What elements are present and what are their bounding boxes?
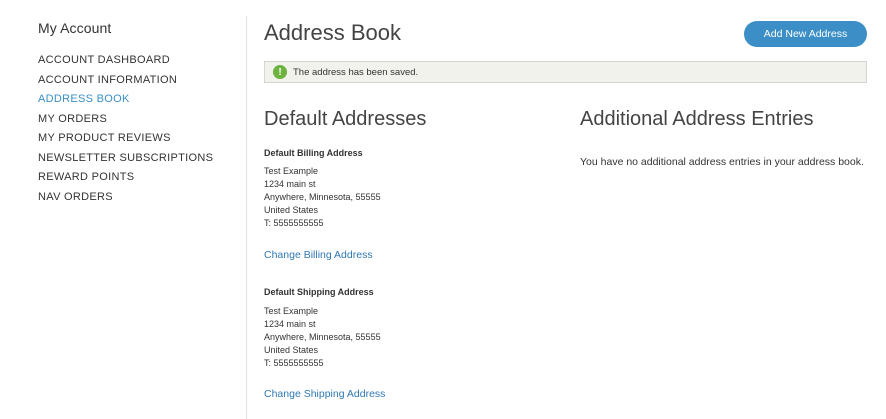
- billing-name: Test Example: [264, 166, 319, 176]
- change-shipping-address-link[interactable]: Change Shipping Address: [264, 388, 385, 400]
- additional-entries-title: Additional Address Entries: [580, 108, 814, 130]
- no-additional-entries-message: You have no additional address entries i…: [580, 156, 864, 168]
- billing-street: 1234 main st: [264, 179, 316, 189]
- account-sidebar: My Account ACCOUNT DASHBOARD ACCOUNT INF…: [38, 20, 238, 207]
- shipping-phone: T: 5555555555: [264, 358, 324, 368]
- sidebar-title: My Account: [38, 20, 112, 36]
- sidebar-item-newsletter-subscriptions[interactable]: NEWSLETTER SUBSCRIPTIONS: [38, 149, 238, 169]
- default-addresses-title: Default Addresses: [264, 108, 427, 130]
- change-billing-address-link[interactable]: Change Billing Address: [264, 249, 373, 261]
- shipping-country: United States: [264, 345, 319, 355]
- shipping-street: 1234 main st: [264, 319, 316, 329]
- success-icon: !: [273, 65, 287, 79]
- sidebar-item-reward-points[interactable]: REWARD POINTS: [38, 168, 238, 188]
- add-new-address-button[interactable]: Add New Address: [744, 21, 867, 47]
- sidebar-divider: [246, 16, 247, 419]
- sidebar-item-account-dashboard[interactable]: ACCOUNT DASHBOARD: [38, 51, 238, 71]
- success-message: ! The address has been saved.: [264, 61, 867, 83]
- default-billing-heading: Default Billing Address: [264, 148, 363, 158]
- default-shipping-heading: Default Shipping Address: [264, 287, 374, 297]
- billing-city: Anywhere, Minnesota, 55555: [264, 192, 381, 202]
- billing-address: Test Example 1234 main st Anywhere, Minn…: [264, 165, 381, 230]
- shipping-city: Anywhere, Minnesota, 55555: [264, 332, 381, 342]
- sidebar-item-address-book[interactable]: ADDRESS BOOK: [38, 90, 238, 110]
- sidebar-item-my-orders[interactable]: MY ORDERS: [38, 110, 238, 130]
- page-title: Address Book: [264, 20, 401, 45]
- success-message-text: The address has been saved.: [293, 66, 419, 78]
- shipping-name: Test Example: [264, 306, 319, 316]
- shipping-address: Test Example 1234 main st Anywhere, Minn…: [264, 305, 381, 370]
- billing-country: United States: [264, 205, 319, 215]
- sidebar-item-my-product-reviews[interactable]: MY PRODUCT REVIEWS: [38, 129, 238, 149]
- sidebar-item-nav-orders[interactable]: NAV ORDERS: [38, 188, 238, 208]
- billing-phone: T: 5555555555: [264, 218, 324, 228]
- sidebar-item-account-information[interactable]: ACCOUNT INFORMATION: [38, 71, 238, 91]
